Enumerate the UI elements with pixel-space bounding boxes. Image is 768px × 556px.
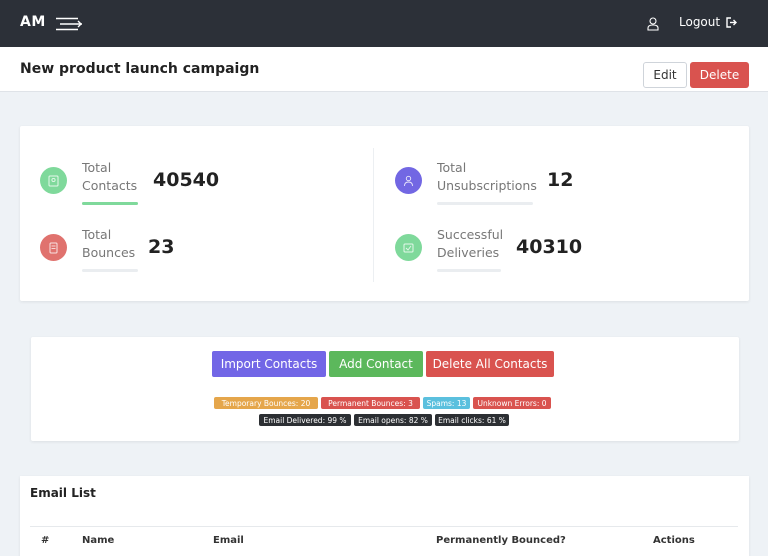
stat-progress-bar	[82, 202, 138, 205]
logout-icon	[726, 16, 738, 28]
email-opens-badge: Email opens: 82 %	[354, 414, 432, 426]
email-list-card: Email List # Name Email Permanently Boun…	[20, 476, 749, 556]
stat-progress-bar	[437, 269, 501, 272]
stats-divider	[373, 148, 374, 282]
stat-label: Total Contacts	[82, 160, 138, 193]
column-header-number[interactable]: #	[41, 535, 49, 546]
user-icon	[395, 167, 422, 194]
column-header-permanently-bounced[interactable]: Permanently Bounced?	[436, 535, 566, 546]
email-list-title: Email List	[30, 486, 96, 500]
page-header: New product launch campaign Edit Delete	[0, 47, 768, 92]
table-divider	[30, 526, 738, 527]
column-header-actions[interactable]: Actions	[653, 535, 695, 546]
unknown-errors-badge: Unknown Errors: 0	[473, 397, 551, 409]
email-clicks-badge: Email clicks: 61 %	[435, 414, 509, 426]
stat-label: Total Unsubscriptions	[437, 160, 537, 193]
contacts-icon	[40, 167, 67, 194]
stat-label: Successful Deliveries	[437, 227, 504, 260]
email-delivered-badge: Email Delivered: 99 %	[259, 414, 351, 426]
deliveries-icon	[395, 234, 422, 261]
edit-button[interactable]: Edit	[643, 62, 687, 88]
stats-card: Total Contacts 40540 Total Bounces 23 Tota…	[20, 126, 749, 301]
column-header-name[interactable]: Name	[82, 535, 114, 546]
permanent-bounces-badge: Permanent Bounces: 3	[321, 397, 420, 409]
stat-label: Total Bounces	[82, 227, 136, 260]
stat-progress-bar	[437, 202, 533, 205]
brand-logo[interactable]: AM	[20, 14, 46, 30]
temporary-bounces-badge: Temporary Bounces: 20	[214, 397, 318, 409]
spams-badge: Spams: 13	[423, 397, 470, 409]
logout-label: Logout	[679, 15, 721, 29]
bounces-icon	[40, 234, 67, 261]
stat-progress-bar	[82, 269, 138, 272]
column-header-email[interactable]: Email	[213, 535, 244, 546]
delete-all-contacts-button[interactable]: Delete All Contacts	[426, 351, 554, 377]
contact-actions-card: Import Contacts Add Contact Delete All C…	[31, 337, 739, 441]
page-title: New product launch campaign	[20, 61, 260, 77]
stat-value: 40540	[153, 169, 220, 191]
top-navbar: AM Logout	[0, 0, 768, 47]
logout-link[interactable]: Logout	[679, 15, 738, 29]
delete-button[interactable]: Delete	[690, 62, 749, 88]
stat-value: 12	[547, 169, 574, 191]
import-contacts-button[interactable]: Import Contacts	[212, 351, 326, 377]
user-icon[interactable]	[647, 16, 659, 31]
stat-value: 40310	[516, 236, 583, 258]
menu-toggle-icon[interactable]	[56, 16, 82, 31]
stat-value: 23	[148, 236, 175, 258]
add-contact-button[interactable]: Add Contact	[329, 351, 423, 377]
